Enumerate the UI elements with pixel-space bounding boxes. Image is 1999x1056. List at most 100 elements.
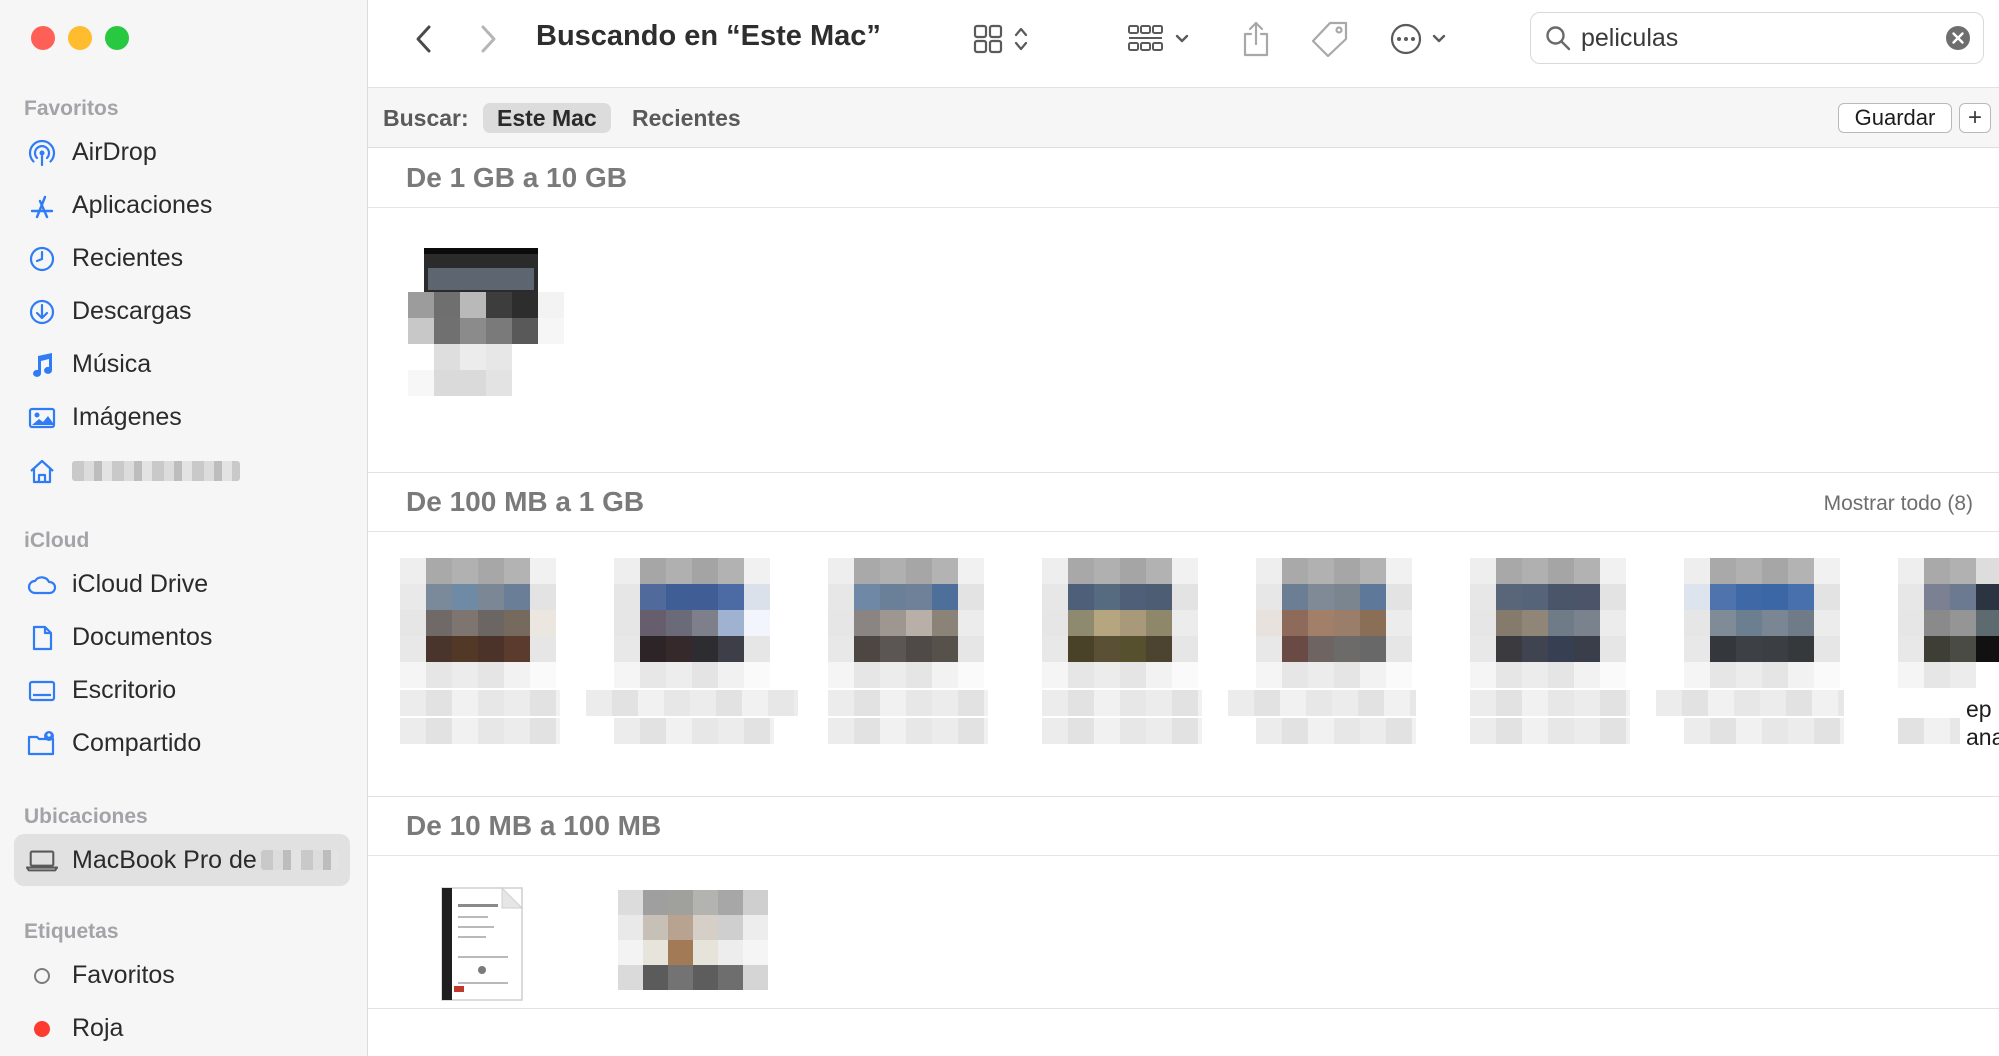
sidebar-item-tag-roja[interactable]: Roja — [0, 1002, 368, 1055]
sidebar-heading: Favoritos — [24, 97, 119, 120]
grid-view-icon[interactable] — [972, 18, 1044, 60]
pixelated-preview — [1042, 558, 1198, 688]
redacted-file-name — [828, 690, 988, 716]
save-search-button[interactable]: Guardar — [1838, 103, 1952, 133]
sidebar-item-label: iCloud Drive — [72, 570, 209, 598]
sidebar-item-label: Escritorio — [72, 676, 177, 704]
sidebar-item-label: Compartido — [72, 729, 202, 757]
minimize-window-button[interactable] — [68, 26, 92, 50]
sidebar-item-label: AirDrop — [72, 138, 157, 166]
pixelated-preview — [408, 292, 564, 422]
sidebar-item-aplicaciones[interactable]: Aplicaciones — [0, 179, 368, 232]
pixelated-preview — [1684, 558, 1840, 688]
zoom-window-button[interactable] — [105, 26, 129, 50]
search-input[interactable] — [1579, 22, 1923, 54]
clear-search-icon[interactable] — [1945, 25, 1971, 51]
group-header-100mb-1gb: De 100 MB a 1 GB Mostrar todo (8) — [368, 472, 1999, 532]
sidebar-item-label: MacBook Pro de — [72, 845, 257, 874]
pixelated-preview — [400, 558, 556, 688]
redacted-file-name — [1898, 718, 1960, 744]
window-title: Buscando en “Este Mac” — [536, 20, 881, 52]
sidebar-item-airdrop[interactable]: AirDrop — [0, 126, 368, 179]
pixelated-preview — [614, 558, 770, 688]
sidebar-item-label: Música — [72, 350, 152, 378]
redacted-file-name — [1470, 718, 1630, 744]
sidebar-item-label: Favoritos — [72, 961, 175, 989]
sidebar-section-ubicaciones: Ubicaciones MacBook Pro de — [0, 800, 368, 886]
redacted-file-name — [1042, 690, 1202, 716]
file-thumbnail[interactable] — [1042, 558, 1198, 688]
show-all-link[interactable]: Mostrar todo (8) — [1824, 492, 1973, 516]
scope-este-mac-button[interactable]: Este Mac — [483, 103, 611, 133]
desktop-icon — [26, 675, 58, 707]
group-title: De 100 MB a 1 GB — [406, 486, 645, 517]
search-field[interactable] — [1530, 12, 1984, 64]
document-preview-icon — [441, 886, 524, 1001]
redacted-file-name — [400, 690, 560, 716]
sidebar-item-compartido[interactable]: Compartido — [0, 717, 368, 770]
redacted-file-name — [1684, 718, 1844, 744]
laptop-icon — [26, 844, 58, 876]
redacted-file-name — [614, 718, 774, 744]
airdrop-icon — [26, 137, 58, 169]
sidebar-section-icloud: iCloud iCloud Drive Documentos Escritori… — [0, 524, 368, 770]
file-thumbnail[interactable] — [400, 558, 556, 688]
redacted-file-name — [400, 718, 560, 744]
sidebar-item-musica[interactable]: Música — [0, 338, 368, 391]
file-thumbnail[interactable] — [440, 886, 524, 1007]
group-title: De 1 GB a 10 GB — [406, 162, 627, 193]
tag-icon[interactable] — [1308, 18, 1352, 60]
close-window-button[interactable] — [31, 26, 55, 50]
sidebar-item-label: Roja — [72, 1014, 124, 1042]
redacted-file-name — [586, 690, 798, 716]
sidebar-item-descargas[interactable]: Descargas — [0, 285, 368, 338]
tag-red-icon — [26, 1013, 58, 1045]
redacted-file-name — [1042, 718, 1202, 744]
home-icon — [26, 455, 58, 487]
pixelated-preview — [618, 890, 768, 990]
add-criteria-button[interactable]: + — [1959, 103, 1991, 133]
sidebar-item-label: Imágenes — [72, 403, 182, 431]
sidebar-item-label: Aplicaciones — [72, 191, 213, 219]
redacted-file-name — [1256, 718, 1416, 744]
group-header-10mb-100mb: De 10 MB a 100 MB — [368, 796, 1999, 856]
file-thumbnail[interactable] — [614, 558, 770, 688]
file-thumbnail[interactable] — [1256, 558, 1412, 688]
more-actions-icon[interactable] — [1388, 18, 1460, 60]
redacted-file-name — [1470, 690, 1630, 716]
scope-recientes-button[interactable]: Recientes — [618, 103, 755, 133]
back-chevron-icon[interactable] — [408, 18, 438, 60]
share-icon[interactable] — [1236, 18, 1276, 60]
sidebar: Favoritos AirDrop Aplicaciones Recientes… — [0, 0, 368, 1056]
sidebar-section-favoritos: Favoritos AirDrop Aplicaciones Recientes… — [0, 92, 368, 497]
sidebar-item-label: Documentos — [72, 623, 213, 651]
search-icon — [1545, 25, 1571, 51]
file-thumbnail[interactable]: ep ana — [1898, 558, 1999, 778]
group-divider — [368, 1008, 1999, 1009]
sidebar-section-etiquetas: Etiquetas Favoritos Roja — [0, 915, 368, 1055]
sidebar-item-escritorio[interactable]: Escritorio — [0, 664, 368, 717]
forward-chevron-icon[interactable] — [474, 18, 504, 60]
sidebar-item-imagenes[interactable]: Imágenes — [0, 391, 368, 444]
sidebar-item-tag-favoritos[interactable]: Favoritos — [0, 949, 368, 1002]
photo-icon — [26, 402, 58, 434]
download-icon — [26, 296, 58, 328]
sidebar-item-macbook[interactable]: MacBook Pro de — [14, 834, 350, 886]
sidebar-item-icloud-drive[interactable]: iCloud Drive — [0, 558, 368, 611]
pixelated-preview — [1256, 558, 1412, 688]
sidebar-item-home[interactable] — [0, 444, 368, 497]
file-thumbnail[interactable] — [828, 558, 984, 688]
redacted-file-name — [1228, 690, 1416, 716]
group-header-1gb-10gb: De 1 GB a 10 GB — [368, 148, 1999, 208]
file-name-fragment: ep — [1966, 696, 1992, 722]
pixelated-preview — [1898, 558, 1999, 688]
group-by-icon[interactable] — [1127, 18, 1199, 60]
tag-empty-icon — [26, 960, 58, 992]
file-thumbnail[interactable] — [1684, 558, 1840, 688]
sidebar-item-recientes[interactable]: Recientes — [0, 232, 368, 285]
shared-folder-icon — [26, 728, 58, 760]
music-note-icon — [26, 349, 58, 381]
file-thumbnail[interactable] — [618, 890, 768, 990]
file-thumbnail[interactable] — [1470, 558, 1626, 688]
sidebar-item-documentos[interactable]: Documentos — [0, 611, 368, 664]
